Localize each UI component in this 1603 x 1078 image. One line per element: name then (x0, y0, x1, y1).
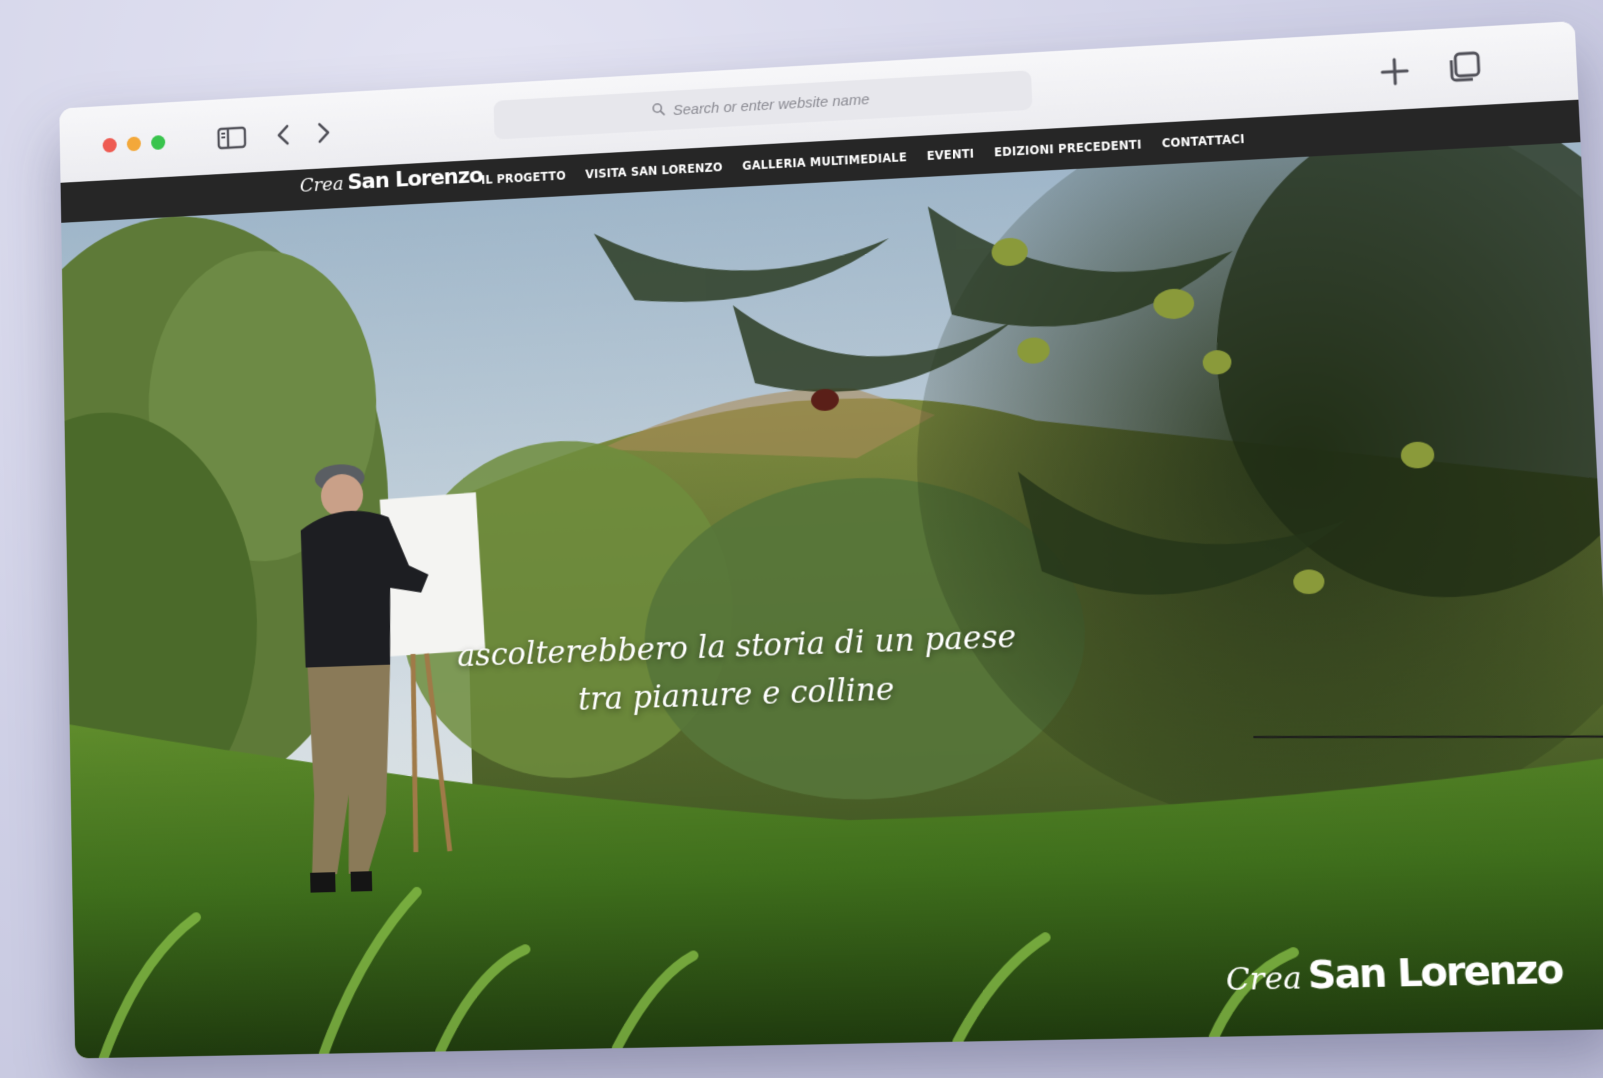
tabs-overview-icon[interactable] (1442, 46, 1485, 88)
menu-item-il-progetto[interactable]: IL PROGETTO (481, 169, 566, 187)
back-icon[interactable] (269, 119, 298, 151)
menu-item-edizioni-precedenti[interactable]: EDIZIONI PRECEDENTI (994, 138, 1142, 160)
menu-item-galleria-multimediale[interactable]: GALLERIA MULTIMEDIALE (742, 150, 907, 173)
menu-item-contattaci[interactable]: CONTATTACI (1161, 132, 1244, 150)
hero-watermark-logo: Crea San Lorenzo (1225, 946, 1563, 999)
address-placeholder: Search or enter website name (672, 90, 870, 119)
zoom-window-button[interactable] (151, 134, 166, 151)
logo-bold-text: San Lorenzo (347, 163, 483, 196)
menu-item-visita-san-lorenzo[interactable]: VISITA SAN LORENZO (585, 160, 723, 181)
hero-section: ascolterebbero la storia di un paese tra… (61, 142, 1603, 1059)
minimize-window-button[interactable] (126, 136, 142, 152)
search-icon (651, 102, 665, 120)
close-window-button[interactable] (102, 137, 117, 153)
sidebar-icon[interactable] (215, 122, 249, 155)
new-tab-icon[interactable] (1373, 50, 1416, 92)
hero-image (61, 142, 1603, 1059)
hero-logo-script: Crea (1225, 960, 1303, 999)
forward-icon[interactable] (309, 117, 338, 149)
hero-logo-bold: San Lorenzo (1306, 946, 1564, 998)
address-bar[interactable]: Search or enter website name (493, 70, 1033, 140)
logo-script-text: Crea (299, 173, 344, 197)
menu-item-eventi[interactable]: EVENTI (927, 147, 975, 163)
browser-window: Search or enter website name Crea San Lo… (59, 21, 1603, 1059)
site-logo[interactable]: Crea San Lorenzo (300, 164, 484, 207)
